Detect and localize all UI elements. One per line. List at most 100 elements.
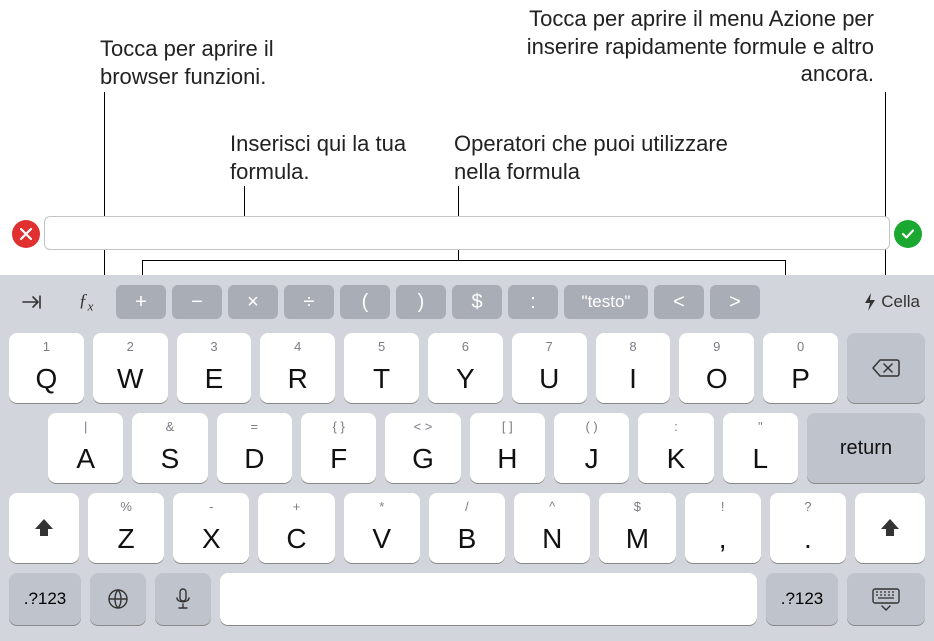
key-row-1: 1Q2W3E4R5T6Y7U8I9O0P bbox=[0, 333, 934, 403]
backspace-key[interactable] bbox=[847, 333, 925, 403]
key-label: P bbox=[791, 363, 810, 395]
key-A[interactable]: |A bbox=[48, 413, 123, 483]
backspace-icon bbox=[871, 357, 901, 379]
key-label: I bbox=[629, 363, 637, 395]
key-X[interactable]: -X bbox=[173, 493, 249, 563]
key-sublabel: 2 bbox=[127, 339, 134, 354]
return-key[interactable]: return bbox=[807, 413, 925, 483]
key-T[interactable]: 5T bbox=[344, 333, 419, 403]
op-multiply[interactable]: × bbox=[228, 285, 278, 319]
op-lt[interactable]: < bbox=[654, 285, 704, 319]
key-label: A bbox=[76, 443, 95, 475]
close-icon bbox=[19, 227, 33, 241]
callout-fx: Tocca per aprire il browser funzioni. bbox=[100, 35, 340, 90]
op-open-paren[interactable]: ( bbox=[340, 285, 390, 319]
op-divide[interactable]: ÷ bbox=[284, 285, 334, 319]
key-I[interactable]: 8I bbox=[596, 333, 671, 403]
key-sublabel: | bbox=[84, 419, 87, 434]
space-key[interactable] bbox=[220, 573, 757, 625]
shift-key[interactable] bbox=[9, 493, 79, 563]
key-label: K bbox=[667, 443, 686, 475]
key-,[interactable]: !, bbox=[685, 493, 761, 563]
keyboard: ƒx + − × ÷ ( ) $ : "testo" < > Cella 1Q2… bbox=[0, 275, 934, 641]
key-M[interactable]: $M bbox=[599, 493, 675, 563]
callout-formula: Inserisci qui la tua formula. bbox=[230, 130, 450, 185]
key-row-3: %Z-X+C*V/B^N$M!,?. bbox=[0, 493, 934, 563]
globe-key[interactable] bbox=[90, 573, 146, 625]
key-J[interactable]: ( )J bbox=[554, 413, 629, 483]
key-sublabel: + bbox=[293, 499, 301, 514]
key-sublabel: " bbox=[758, 419, 763, 434]
key-G[interactable]: < >G bbox=[385, 413, 460, 483]
key-sublabel: ! bbox=[721, 499, 725, 514]
key-Y[interactable]: 6Y bbox=[428, 333, 503, 403]
mode-key-right[interactable]: .?123 bbox=[766, 573, 838, 625]
mode-label: .?123 bbox=[781, 589, 824, 609]
op-plus[interactable]: + bbox=[116, 285, 166, 319]
key-O[interactable]: 9O bbox=[679, 333, 754, 403]
key-label: Y bbox=[456, 363, 475, 395]
shift-key[interactable] bbox=[855, 493, 925, 563]
key-label: U bbox=[539, 363, 559, 395]
key-label: N bbox=[542, 523, 562, 555]
key-label: T bbox=[373, 363, 390, 395]
cell-button[interactable]: Cella bbox=[857, 285, 926, 319]
key-L[interactable]: "L bbox=[723, 413, 798, 483]
hide-keyboard-key[interactable] bbox=[847, 573, 925, 625]
key-label: C bbox=[286, 523, 306, 555]
tab-key[interactable] bbox=[8, 285, 56, 319]
op-close-paren[interactable]: ) bbox=[396, 285, 446, 319]
key-E[interactable]: 3E bbox=[177, 333, 252, 403]
mode-key-left[interactable]: .?123 bbox=[9, 573, 81, 625]
key-.[interactable]: ?. bbox=[770, 493, 846, 563]
key-sublabel: 3 bbox=[210, 339, 217, 354]
mic-icon bbox=[173, 587, 193, 611]
key-sublabel: 4 bbox=[294, 339, 301, 354]
key-Z[interactable]: %Z bbox=[88, 493, 164, 563]
fx-button[interactable]: ƒx bbox=[62, 285, 110, 319]
key-S[interactable]: &S bbox=[132, 413, 207, 483]
key-W[interactable]: 2W bbox=[93, 333, 168, 403]
key-R[interactable]: 4R bbox=[260, 333, 335, 403]
formula-editor[interactable] bbox=[44, 216, 890, 250]
key-U[interactable]: 7U bbox=[512, 333, 587, 403]
cancel-button[interactable] bbox=[12, 220, 40, 248]
return-label: return bbox=[840, 437, 892, 460]
mic-key[interactable] bbox=[155, 573, 211, 625]
mode-label: .?123 bbox=[24, 589, 67, 609]
shift-icon bbox=[32, 516, 56, 540]
key-sublabel: 1 bbox=[43, 339, 50, 354]
op-text[interactable]: "testo" bbox=[564, 285, 648, 319]
key-C[interactable]: +C bbox=[258, 493, 334, 563]
key-label: O bbox=[706, 363, 728, 395]
key-V[interactable]: *V bbox=[344, 493, 420, 563]
key-Q[interactable]: 1Q bbox=[9, 333, 84, 403]
key-label: S bbox=[161, 443, 180, 475]
key-sublabel: 5 bbox=[378, 339, 385, 354]
callout-leader bbox=[104, 92, 105, 282]
hide-keyboard-icon bbox=[871, 587, 901, 611]
key-label: H bbox=[497, 443, 517, 475]
op-colon[interactable]: : bbox=[508, 285, 558, 319]
key-N[interactable]: ^N bbox=[514, 493, 590, 563]
key-H[interactable]: [ ]H bbox=[470, 413, 545, 483]
key-label: V bbox=[372, 523, 391, 555]
check-icon bbox=[901, 227, 915, 241]
op-dollar[interactable]: $ bbox=[452, 285, 502, 319]
key-sublabel: 8 bbox=[629, 339, 636, 354]
confirm-button[interactable] bbox=[894, 220, 922, 248]
key-F[interactable]: { }F bbox=[301, 413, 376, 483]
key-row-2: |A&S=D{ }F< >G[ ]H( )J:K"Lreturn bbox=[0, 413, 934, 483]
key-sublabel: % bbox=[120, 499, 132, 514]
key-sublabel: 6 bbox=[462, 339, 469, 354]
key-D[interactable]: =D bbox=[217, 413, 292, 483]
key-sublabel: = bbox=[251, 419, 259, 434]
op-minus[interactable]: − bbox=[172, 285, 222, 319]
key-K[interactable]: :K bbox=[638, 413, 713, 483]
key-label: D bbox=[244, 443, 264, 475]
op-gt[interactable]: > bbox=[710, 285, 760, 319]
bolt-icon bbox=[863, 293, 877, 311]
key-sublabel: : bbox=[674, 419, 678, 434]
key-B[interactable]: /B bbox=[429, 493, 505, 563]
key-P[interactable]: 0P bbox=[763, 333, 838, 403]
